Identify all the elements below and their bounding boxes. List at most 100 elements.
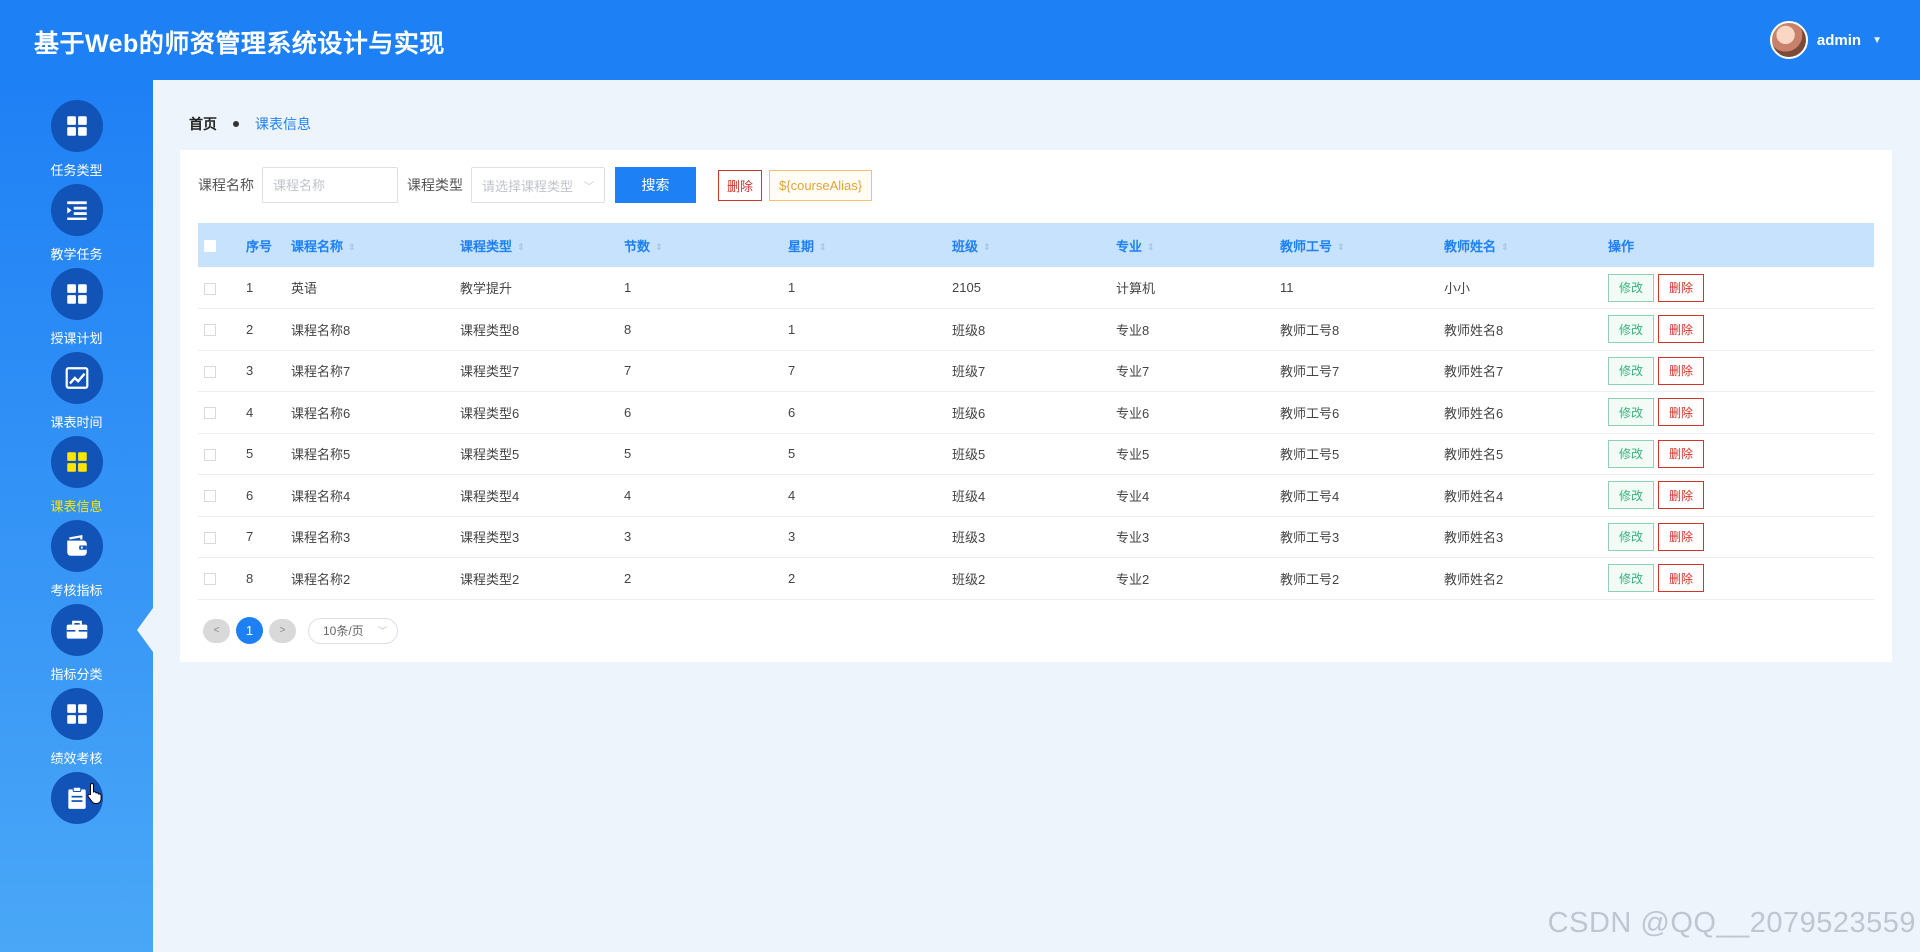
sort-icon[interactable]: ⇕ xyxy=(1147,242,1155,252)
row-checkbox[interactable] xyxy=(204,282,216,295)
table-cell: 7 xyxy=(246,529,254,545)
table-cell: 1 xyxy=(788,321,796,337)
sidebar-item-label: 指标分类 xyxy=(50,667,103,682)
caret-down-icon[interactable]: ▼ xyxy=(1872,35,1882,46)
search-bar: 课程名称 课程类型 请选择课程类型 ﹀ 搜索 删除 ${courseAlias} xyxy=(198,167,873,203)
column-header[interactable]: 节数 ⇕ xyxy=(624,223,788,267)
table-row: 7 课程名称3 课程类型3 3 3 班级3 专业3 教师工号3 教师姓名3 修改 删除 xyxy=(198,516,1874,558)
row-checkbox[interactable] xyxy=(204,490,216,503)
table-row: 1 英语 教学提升 1 1 2105 计算机 11 小小 修改 删除 xyxy=(198,267,1874,309)
select-all-cell xyxy=(198,223,246,267)
table-cell: 教师姓名5 xyxy=(1444,447,1504,463)
table-cell: 4 xyxy=(246,404,254,420)
column-header[interactable]: 课程类型 ⇕ xyxy=(460,223,624,267)
sort-icon[interactable]: ⇕ xyxy=(1337,242,1345,252)
table-row: 3 课程名称7 课程类型7 7 7 班级7 专业7 教师工号7 教师姓名7 修改 删除 xyxy=(198,350,1874,392)
delete-button[interactable]: 删除 xyxy=(1658,273,1705,302)
table-cell: 教师工号4 xyxy=(1280,488,1340,504)
row-checkbox[interactable] xyxy=(204,448,216,461)
row-select-cell xyxy=(198,267,246,309)
sort-icon[interactable]: ⇕ xyxy=(655,242,663,252)
sidebar-item-label: 课表时间 xyxy=(50,415,103,430)
grid-icon xyxy=(50,436,103,488)
search-button[interactable]: 搜索 xyxy=(615,167,696,203)
row-actions: 修改 删除 xyxy=(1608,558,1874,600)
table-cell: 教师工号8 xyxy=(1280,322,1340,338)
table-cell: 教师工号6 xyxy=(1280,405,1340,421)
column-header-label: 课程类型 xyxy=(460,238,513,254)
row-actions: 修改 删除 xyxy=(1608,267,1874,309)
table-cell: 班级5 xyxy=(952,447,986,463)
delete-button[interactable]: 删除 xyxy=(1658,439,1705,468)
row-checkbox[interactable] xyxy=(204,531,216,544)
batch-delete-button[interactable]: 删除 xyxy=(718,169,763,201)
table-cell: 课程类型7 xyxy=(460,364,520,380)
column-header-label: 操作 xyxy=(1608,238,1635,254)
grid-icon xyxy=(50,268,103,320)
table-header-row: 序号 课程名称 ⇕ 课程类型 ⇕ 节数 ⇕ 星期 ⇕ 班级 ⇕ 专业 ⇕ 教师工号 ⇕ 教师姓名 ⇕ 操作 xyxy=(198,223,1874,267)
select-all-checkbox[interactable] xyxy=(204,240,216,253)
row-checkbox[interactable] xyxy=(204,407,216,420)
column-header[interactable]: 课程名称 ⇕ xyxy=(291,223,460,267)
column-header[interactable]: 教师工号 ⇕ xyxy=(1280,223,1444,267)
sort-icon[interactable]: ⇕ xyxy=(348,242,356,252)
edit-button[interactable]: 修改 xyxy=(1608,481,1655,510)
course-type-label: 课程类型 xyxy=(407,177,463,193)
edit-button[interactable]: 修改 xyxy=(1608,315,1655,344)
table-cell: 5 xyxy=(624,446,632,462)
table-row: 8 课程名称2 课程类型2 2 2 班级2 专业2 教师工号2 教师姓名2 修改 删除 xyxy=(198,558,1874,600)
sidebar-item-9[interactable] xyxy=(0,772,153,875)
table-cell: 课程名称2 xyxy=(291,571,351,587)
edit-button[interactable]: 修改 xyxy=(1608,522,1655,551)
next-page-button[interactable]: > xyxy=(269,618,296,643)
edit-button[interactable]: 修改 xyxy=(1608,356,1655,385)
table-cell: 8 xyxy=(246,570,254,586)
column-header[interactable]: 班级 ⇕ xyxy=(952,223,1116,267)
edit-button[interactable]: 修改 xyxy=(1608,564,1655,593)
column-header[interactable]: 星期 ⇕ xyxy=(788,223,952,267)
delete-button[interactable]: 删除 xyxy=(1658,356,1705,385)
prev-page-button[interactable]: < xyxy=(203,618,230,643)
sort-icon[interactable]: ⇕ xyxy=(983,242,991,252)
user-menu[interactable]: admin ▼ xyxy=(1769,21,1882,59)
delete-button[interactable]: 删除 xyxy=(1658,315,1705,344)
table-cell: 3 xyxy=(624,529,632,545)
table-cell: 5 xyxy=(246,446,254,462)
table-cell: 2105 xyxy=(952,280,981,295)
breadcrumb-home[interactable]: 首页 xyxy=(189,114,217,134)
table-cell: 专业2 xyxy=(1116,571,1150,587)
row-actions: 修改 删除 xyxy=(1608,433,1874,475)
edit-button[interactable]: 修改 xyxy=(1608,398,1655,427)
row-checkbox[interactable] xyxy=(204,573,216,586)
course-name-input[interactable] xyxy=(262,167,398,203)
edit-button[interactable]: 修改 xyxy=(1608,439,1655,468)
avatar[interactable] xyxy=(1769,21,1808,59)
row-actions: 修改 删除 xyxy=(1608,516,1874,558)
sidebar-item-label: 考核指标 xyxy=(50,583,103,598)
row-checkbox[interactable] xyxy=(204,324,216,337)
sort-icon[interactable]: ⇕ xyxy=(1501,242,1509,252)
column-header[interactable]: 专业 ⇕ xyxy=(1116,223,1280,267)
table-cell: 教学提升 xyxy=(460,281,513,296)
delete-button[interactable]: 删除 xyxy=(1658,481,1705,510)
table-cell: 专业3 xyxy=(1116,530,1150,546)
row-checkbox[interactable] xyxy=(204,365,216,378)
delete-button[interactable]: 删除 xyxy=(1658,398,1705,427)
table-cell: 英语 xyxy=(291,281,318,296)
delete-button[interactable]: 删除 xyxy=(1658,522,1705,551)
table-cell: 课程类型6 xyxy=(460,405,520,421)
username[interactable]: admin xyxy=(1817,32,1861,49)
delete-button[interactable]: 删除 xyxy=(1658,564,1705,593)
page-size-select[interactable]: 10条/页 ﹀ xyxy=(308,617,398,644)
table-cell: 课程名称7 xyxy=(291,364,351,380)
column-header-label: 专业 xyxy=(1116,238,1143,254)
course-type-select[interactable]: 请选择课程类型 ﹀ xyxy=(471,167,605,203)
table-row: 4 课程名称6 课程类型6 6 6 班级6 专业6 教师工号6 教师姓名6 修改 删除 xyxy=(198,392,1874,433)
sort-icon[interactable]: ⇕ xyxy=(819,242,827,252)
course-alias-button[interactable]: ${courseAlias} xyxy=(769,169,873,201)
table-cell: 教师工号5 xyxy=(1280,447,1340,463)
sort-icon[interactable]: ⇕ xyxy=(517,242,525,252)
column-header[interactable]: 教师姓名 ⇕ xyxy=(1444,223,1608,267)
page-number-button[interactable]: 1 xyxy=(236,617,263,644)
edit-button[interactable]: 修改 xyxy=(1608,273,1655,302)
